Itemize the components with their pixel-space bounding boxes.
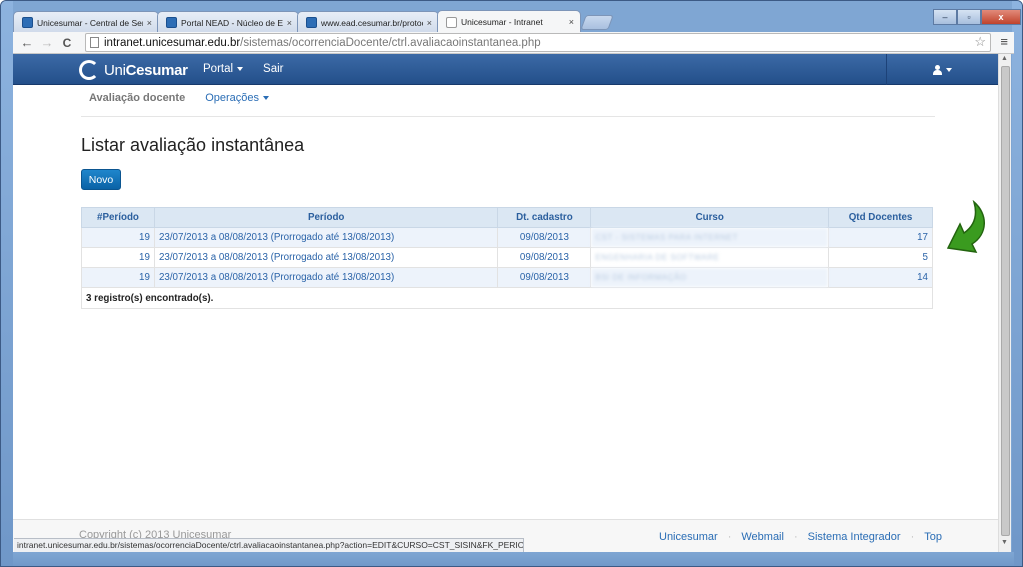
unicesumar-logo[interactable]: UniCesumar	[79, 60, 188, 80]
chevron-down-icon	[263, 96, 269, 101]
tab-close-icon[interactable]: ×	[569, 17, 574, 27]
subnav-brand[interactable]: Avaliação docente	[89, 92, 185, 116]
reload-icon[interactable]: C	[57, 36, 77, 50]
subnav-operations[interactable]: Operações	[205, 92, 269, 116]
tab-strip: Unicesumar - Central de Serv × Portal NE…	[13, 9, 1014, 33]
page-icon	[90, 37, 99, 48]
document-favicon-icon	[446, 16, 457, 28]
tab-title: Unicesumar - Central de Serv	[37, 17, 143, 28]
table-footer-row: 3 registro(s) encontrado(s).	[81, 287, 933, 309]
cell-qtd-docentes[interactable]: 5	[828, 247, 933, 268]
footer-link-top[interactable]: Top	[924, 531, 942, 543]
cell-curso[interactable]: ENGENHARIA DE SOFTWARE	[590, 247, 830, 268]
cell-curso[interactable]: BSI DE INFORMAÇÃO	[590, 267, 830, 288]
page-title: Listar avaliação instantânea	[81, 135, 305, 155]
unicesumar-favicon-icon	[166, 17, 177, 28]
cell-periodo-id[interactable]: 19	[81, 247, 155, 268]
column-header-dt-cadastro[interactable]: Dt. cadastro	[497, 207, 592, 228]
cell-periodo[interactable]: 23/07/2013 a 08/08/2013 (Prorrogado até …	[153, 267, 499, 288]
url-host: intranet.unicesumar.edu.br	[104, 36, 241, 49]
chevron-down-icon	[237, 66, 244, 71]
cell-qtd-docentes[interactable]: 14	[828, 267, 933, 288]
tab-close-icon[interactable]: ×	[427, 18, 432, 28]
cell-curso[interactable]: CST - SISTEMAS PARA INTERNET	[590, 227, 830, 248]
bookmark-star-icon[interactable]: ☆	[974, 34, 986, 50]
cell-dt-cadastro[interactable]: 09/08/2013	[497, 247, 592, 268]
green-arrow-icon	[946, 200, 985, 253]
app-nav-menu: Portal Sair	[203, 63, 284, 75]
cell-dt-cadastro[interactable]: 09/08/2013	[497, 267, 592, 288]
column-header-periodo-id[interactable]: #Período	[81, 207, 155, 228]
tab-close-icon[interactable]: ×	[287, 18, 292, 28]
tab-title: Portal NEAD - Núcleo de Edu	[181, 17, 283, 28]
footer-link-unicesumar[interactable]: Unicesumar	[659, 531, 718, 543]
status-bar: intranet.unicesumar.edu.br/sistemas/ocor…	[14, 538, 524, 552]
cell-qtd-docentes[interactable]: 17	[828, 227, 933, 248]
browser-menu-icon[interactable]: ≡	[1000, 34, 1008, 49]
browser-toolbar: ← → C intranet.unicesumar.edu.br /sistem…	[13, 32, 1014, 54]
close-window-button[interactable]: x	[981, 9, 1021, 25]
cell-dt-cadastro[interactable]: 09/08/2013	[497, 227, 592, 248]
user-icon	[933, 64, 942, 75]
footer-link-sistema-integrador[interactable]: Sistema Integrador	[808, 531, 901, 543]
url-path: /sistemas/ocorrenciaDocente/ctrl.avaliac…	[240, 36, 541, 49]
tab-close-icon[interactable]: ×	[147, 18, 152, 28]
sub-navigation: Avaliação docente Operações	[81, 92, 935, 117]
cell-periodo-id[interactable]: 19	[81, 227, 155, 248]
scrollbar-thumb[interactable]	[1001, 66, 1010, 536]
cell-periodo-id[interactable]: 19	[81, 267, 155, 288]
minimize-button[interactable]: –	[933, 9, 957, 25]
window-frame-left	[1, 1, 13, 566]
new-tab-button[interactable]	[580, 15, 614, 30]
column-header-periodo[interactable]: Período	[153, 207, 499, 228]
table-row[interactable]: 19 23/07/2013 a 08/08/2013 (Prorrogado a…	[81, 247, 933, 268]
table-header-row: #Período Período Dt. cadastro Curso Qtd …	[81, 207, 933, 228]
tab-title: Unicesumar - Intranet	[461, 17, 543, 27]
nav-portal[interactable]: Portal	[203, 63, 244, 75]
cell-periodo[interactable]: 23/07/2013 a 08/08/2013 (Prorrogado até …	[153, 227, 499, 248]
footer-separator: ·	[727, 531, 732, 543]
maximize-button[interactable]: ▫	[957, 9, 981, 25]
column-header-curso[interactable]: Curso	[590, 207, 830, 228]
browser-tab-central-servicos[interactable]: Unicesumar - Central de Serv ×	[13, 11, 159, 33]
table-row[interactable]: 19 23/07/2013 a 08/08/2013 (Prorrogado a…	[81, 267, 933, 288]
record-count: 3 registro(s) encontrado(s).	[81, 287, 933, 309]
nav-sair[interactable]: Sair	[263, 63, 283, 75]
table-row[interactable]: 19 23/07/2013 a 08/08/2013 (Prorrogado a…	[81, 227, 933, 248]
logo-text: UniCesumar	[104, 61, 188, 79]
scroll-down-arrow-icon[interactable]: ▼	[1001, 539, 1009, 546]
new-button[interactable]: Novo	[81, 169, 121, 190]
window-frame-bottom	[13, 552, 1014, 566]
tab-title: www.ead.cesumar.br/protoc	[321, 17, 423, 28]
scroll-up-arrow-icon[interactable]: ▲	[1001, 55, 1009, 62]
app-navbar: UniCesumar Portal Sair	[13, 54, 998, 85]
footer-separator: ·	[793, 531, 798, 543]
column-header-qtd-docentes[interactable]: Qtd Docentes	[828, 207, 933, 228]
browser-tab-intranet[interactable]: Unicesumar - Intranet ×	[437, 10, 581, 33]
cell-periodo[interactable]: 23/07/2013 a 08/08/2013 (Prorrogado até …	[153, 247, 499, 268]
evaluation-table: #Período Período Dt. cadastro Curso Qtd …	[81, 207, 933, 309]
address-bar[interactable]: intranet.unicesumar.edu.br /sistemas/oco…	[85, 33, 991, 52]
footer-separator: ·	[910, 531, 915, 543]
browser-window: Unicesumar - Central de Serv × Portal NE…	[0, 0, 1023, 567]
back-arrow-icon[interactable]: ←	[17, 35, 37, 50]
browser-tab-portal-nead[interactable]: Portal NEAD - Núcleo de Edu ×	[157, 11, 299, 33]
unicesumar-favicon-icon	[306, 17, 317, 28]
forward-arrow-icon[interactable]: →	[37, 35, 57, 50]
chevron-down-icon	[946, 67, 952, 72]
footer-links: Unicesumar · Webmail · Sistema Integrado…	[659, 531, 942, 543]
user-menu[interactable]	[886, 54, 998, 85]
window-frame-right	[1012, 1, 1022, 566]
page-viewport: UniCesumar Portal Sair Avaliação docente…	[13, 54, 998, 552]
window-controls: – ▫ x	[933, 9, 1021, 25]
browser-tab-ead-cesumar[interactable]: www.ead.cesumar.br/protoc ×	[297, 11, 439, 33]
vertical-scrollbar[interactable]: ▲ ▼	[998, 54, 1011, 552]
unicesumar-favicon-icon	[22, 17, 33, 28]
footer-link-webmail[interactable]: Webmail	[741, 531, 784, 543]
unicesumar-logo-icon	[79, 60, 99, 80]
